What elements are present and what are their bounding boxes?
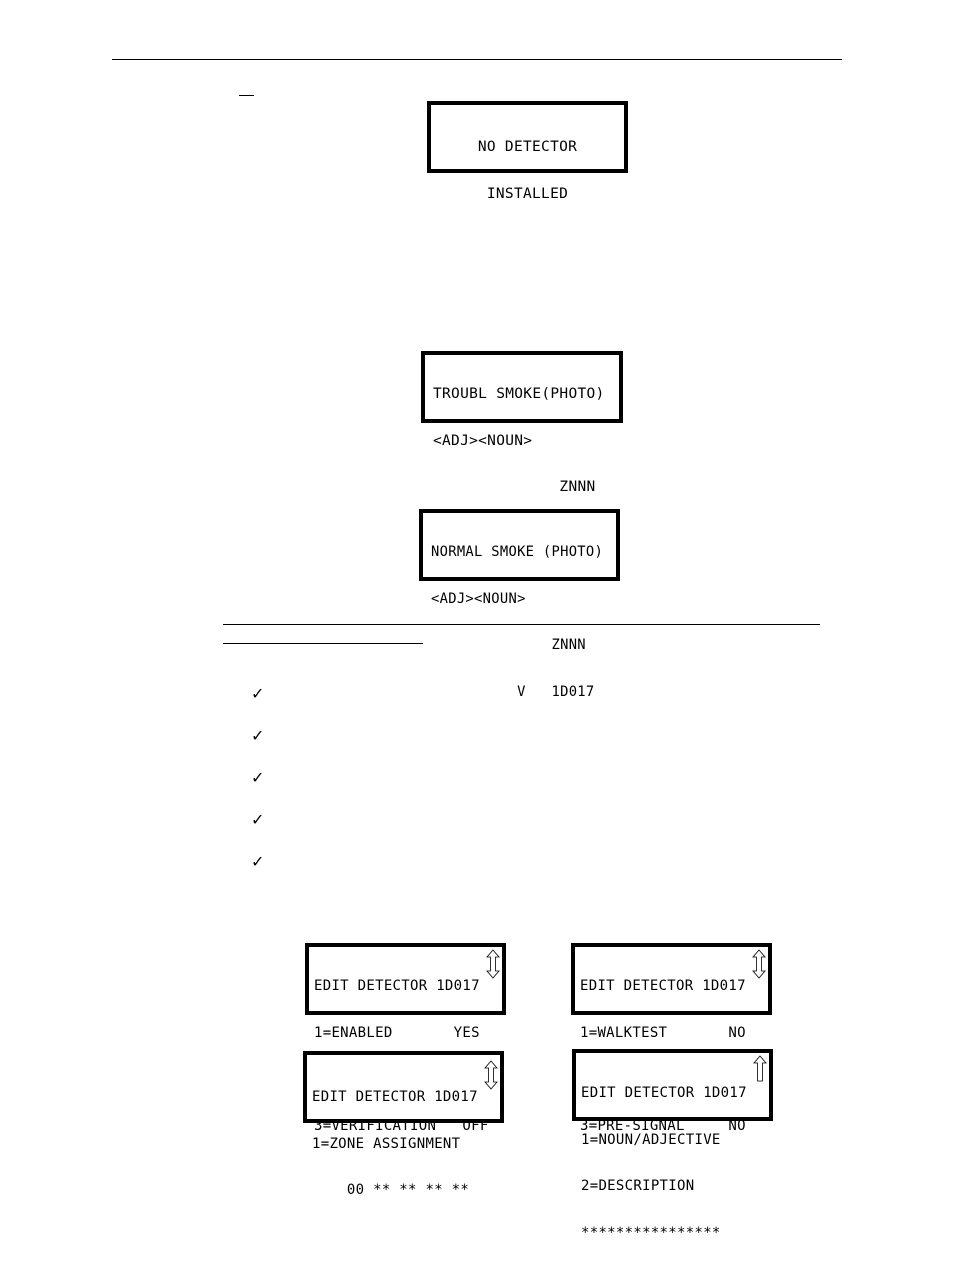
lcd-line: NO DETECTOR xyxy=(477,139,578,155)
lcd-line: <ADJ><NOUN> xyxy=(431,590,526,607)
short-underline xyxy=(239,95,254,96)
lcd-line: EDIT DETECTOR 1D017 xyxy=(314,978,480,994)
lcd-line: EDIT DETECTOR 1D017 xyxy=(580,978,746,994)
lcd-line: ZNNN xyxy=(433,479,596,495)
lcd-edit-detector-1: EDIT DETECTOR 1D017 1=ENABLED YES 2=TYPE… xyxy=(305,943,506,1133)
lcd-edit-detector-3: EDIT DETECTOR 1D017 1=ZONE ASSIGNMENT 00… xyxy=(303,1051,504,1198)
lcd-normal-smoke-photo: NORMAL SMOKE (PHOTO) <ADJ><NOUN> ZNNN V … xyxy=(419,509,620,699)
checkmark-icon: ✓ xyxy=(251,810,265,829)
lcd-line: <ADJ><NOUN> xyxy=(433,432,533,449)
lcd-edit-detector-2: EDIT DETECTOR 1D017 1=WALKTEST NO 2=PAS … xyxy=(571,943,772,1133)
lcd-line: 00 ** ** ** ** xyxy=(312,1182,470,1198)
section-rule-short xyxy=(223,643,423,644)
lcd-line: 1=ZONE ASSIGNMENT xyxy=(312,1135,461,1152)
lcd-line xyxy=(312,1230,500,1246)
section-rule-long xyxy=(223,624,820,625)
lcd-line: ZNNN xyxy=(431,637,586,653)
lcd-line: **************** xyxy=(581,1224,721,1241)
up-down-arrow-icon xyxy=(752,949,766,979)
lcd-line: 1=ENABLED YES xyxy=(314,1024,480,1041)
checkmark-icon: ✓ xyxy=(251,684,265,703)
header-rule xyxy=(112,59,842,60)
lcd-line: V 1D017 xyxy=(431,683,595,700)
up-arrow-icon xyxy=(753,1055,767,1082)
lcd-trouble-smoke-photo: TROUBL SMOKE(PHOTO) <ADJ><NOUN> ZNNN * 1… xyxy=(421,351,623,541)
checkmark-icon: ✓ xyxy=(251,768,265,787)
lcd-edit-detector-4: EDIT DETECTOR 1D017 1=NOUN/ADJECTIVE 2=D… xyxy=(572,1049,773,1240)
lcd-line: 2=DESCRIPTION xyxy=(581,1178,695,1194)
up-down-arrow-icon xyxy=(484,1060,498,1090)
up-down-arrow-icon xyxy=(486,949,500,979)
checkmark-icon: ✓ xyxy=(251,726,265,745)
lcd-line: EDIT DETECTOR 1D017 xyxy=(581,1085,747,1101)
lcd-line: 1=WALKTEST NO xyxy=(580,1024,746,1041)
lcd-line: 1=NOUN/ADJECTIVE xyxy=(581,1131,721,1148)
lcd-line: INSTALLED xyxy=(486,185,569,202)
lcd-line: TROUBL SMOKE(PHOTO) xyxy=(433,386,605,402)
lcd-line: NORMAL SMOKE (PHOTO) xyxy=(431,544,604,560)
lcd-line: EDIT DETECTOR 1D017 xyxy=(312,1089,478,1105)
lcd-no-detector: NO DETECTOR INSTALLED xyxy=(427,101,628,201)
checkmark-icon: ✓ xyxy=(251,852,265,871)
